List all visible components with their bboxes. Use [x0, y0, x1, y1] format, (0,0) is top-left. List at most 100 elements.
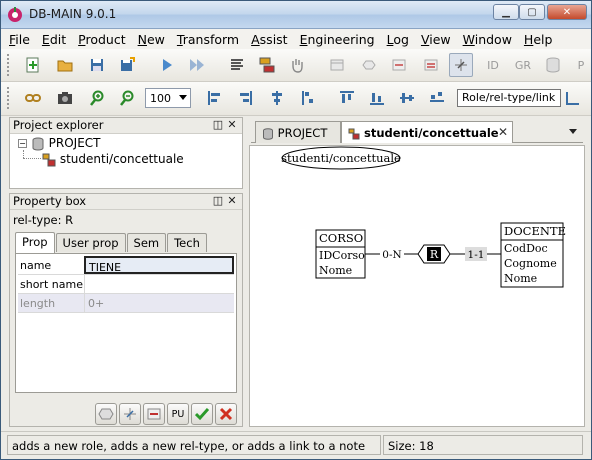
arrange-button[interactable]: [561, 86, 583, 110]
role-shortcut-button[interactable]: [119, 403, 141, 425]
group-icon: [424, 59, 438, 71]
zoom-level-select[interactable]: 100: [145, 88, 191, 108]
align-left-button[interactable]: [203, 86, 227, 110]
menu-product[interactable]: Product: [78, 32, 125, 47]
tab-tech[interactable]: Tech: [167, 233, 207, 252]
menu-log[interactable]: Log: [387, 32, 409, 47]
tab-prop[interactable]: Prop: [15, 232, 55, 253]
attribute-icon: [392, 59, 406, 71]
editor-tab-bar: PROJECT studenti/concettuale ✕: [251, 121, 583, 143]
align-center-button[interactable]: [265, 86, 289, 110]
close-panel-icon[interactable]: ✕: [226, 119, 238, 131]
save-button[interactable]: [85, 53, 109, 77]
minimize-icon: ▁: [502, 6, 510, 18]
new-entity-button[interactable]: [325, 53, 349, 77]
tree-node-schema[interactable]: studenti/concettuale: [42, 152, 184, 167]
attribute-label: IDCorso: [319, 249, 365, 262]
align-bottom-button[interactable]: [365, 86, 389, 110]
title-bar: DB-MAIN 9.0.1 ▁ ▢ ✕: [1, 1, 591, 29]
menu-assist[interactable]: Assist: [251, 32, 287, 47]
align-top-icon: [340, 91, 354, 103]
toolbar-grip[interactable]: [7, 54, 11, 76]
schema-icon: [42, 153, 56, 166]
graph-view-button[interactable]: [255, 53, 279, 77]
restore-panel-icon[interactable]: ◫: [212, 195, 224, 207]
open-project-button[interactable]: [53, 53, 77, 77]
cancel-button[interactable]: [215, 403, 237, 425]
group-gr-button[interactable]: GR: [511, 53, 535, 77]
attribute-label: Cognome: [504, 257, 557, 270]
run-button[interactable]: [155, 53, 179, 77]
app-window: DB-MAIN 9.0.1 ▁ ▢ ✕ File Edit Product Ne…: [0, 0, 592, 460]
new-group-button[interactable]: [419, 53, 443, 77]
save-as-button[interactable]: [115, 53, 139, 77]
processing-unit-button[interactable]: P: [571, 53, 591, 77]
close-window-button[interactable]: ✕: [547, 4, 587, 20]
play-icon: [163, 59, 172, 71]
chain-link-icon: [25, 94, 41, 102]
menu-view[interactable]: View: [421, 32, 451, 47]
collapse-icon[interactable]: −: [18, 139, 27, 148]
processing-unit-shortcut-button[interactable]: PU: [167, 403, 189, 425]
chevron-down-icon: [179, 95, 187, 100]
entity-name: DOCENTE: [504, 224, 566, 238]
link-button[interactable]: [21, 86, 45, 110]
align-right-button[interactable]: [233, 86, 257, 110]
tab-sem[interactable]: Sem: [126, 233, 167, 252]
database-icon: [546, 57, 560, 73]
minimize-button[interactable]: ▁: [493, 4, 519, 20]
project-explorer-title: Project explorer: [13, 118, 104, 132]
new-reltype-button[interactable]: [357, 53, 381, 77]
menu-edit[interactable]: Edit: [42, 32, 66, 47]
zoom-out-button[interactable]: [115, 86, 139, 110]
graph-view-icon: [259, 57, 275, 73]
identifier-button[interactable]: ID: [481, 53, 505, 77]
schema-canvas[interactable]: studenti/concettuale CORSO IDCorso Nome …: [249, 145, 585, 427]
menu-engineering[interactable]: Engineering: [300, 32, 375, 47]
screenshot-button[interactable]: [53, 86, 77, 110]
menu-new[interactable]: New: [138, 32, 165, 47]
role-cardinality-corso: 0-N: [382, 249, 401, 261]
menu-window[interactable]: Window: [463, 32, 512, 47]
short-name-field[interactable]: [84, 275, 234, 293]
restore-panel-icon[interactable]: ◫: [212, 119, 224, 131]
align-right-icon: [240, 91, 252, 105]
role-reltype-link-button[interactable]: [449, 53, 473, 77]
menu-file[interactable]: File: [9, 32, 30, 47]
entity-icon: [330, 59, 344, 71]
menu-help[interactable]: Help: [524, 32, 553, 47]
cross-icon: [219, 407, 233, 421]
maximize-button[interactable]: ▢: [519, 4, 545, 20]
property-row-length: length 0+: [18, 294, 234, 313]
tab-user-prop[interactable]: User prop: [55, 233, 126, 252]
distribute-vertical-button[interactable]: [425, 86, 449, 110]
tree-node-project[interactable]: − PROJECT: [18, 136, 101, 151]
new-attribute-button[interactable]: [387, 53, 411, 77]
property-subject: rel-type: R: [13, 213, 74, 227]
close-tab-icon[interactable]: ✕: [498, 125, 508, 139]
reltype-icon: [362, 60, 376, 70]
run-all-button[interactable]: [185, 53, 209, 77]
toolbar2-grip[interactable]: [7, 87, 11, 109]
zoom-out-icon: [120, 90, 134, 106]
name-field[interactable]: TIENE: [84, 256, 234, 274]
hand-tool-button[interactable]: [285, 53, 309, 77]
confirm-button[interactable]: [191, 403, 213, 425]
zoom-in-button[interactable]: [85, 86, 109, 110]
distribute-button[interactable]: [295, 86, 319, 110]
align-middle-button[interactable]: [395, 86, 419, 110]
entity-shortcut-button[interactable]: [95, 403, 117, 425]
collection-button[interactable]: [541, 53, 565, 77]
text-view-button[interactable]: [225, 53, 249, 77]
tab-list-dropdown-icon[interactable]: [569, 129, 577, 134]
tab-schema[interactable]: studenti/concettuale ✕: [341, 121, 513, 143]
project-explorer-panel: Project explorer ◫ ✕ − PROJECT studenti/…: [9, 117, 243, 189]
align-top-button[interactable]: [335, 86, 359, 110]
tab-project[interactable]: PROJECT: [255, 121, 341, 143]
align-bottom-icon: [370, 93, 384, 105]
menu-transform[interactable]: Transform: [177, 32, 239, 47]
attribute-shortcut-button[interactable]: [143, 403, 165, 425]
close-panel-icon[interactable]: ✕: [226, 195, 238, 207]
new-project-button[interactable]: [21, 53, 45, 77]
schema-label: studenti/concettuale: [59, 152, 184, 166]
